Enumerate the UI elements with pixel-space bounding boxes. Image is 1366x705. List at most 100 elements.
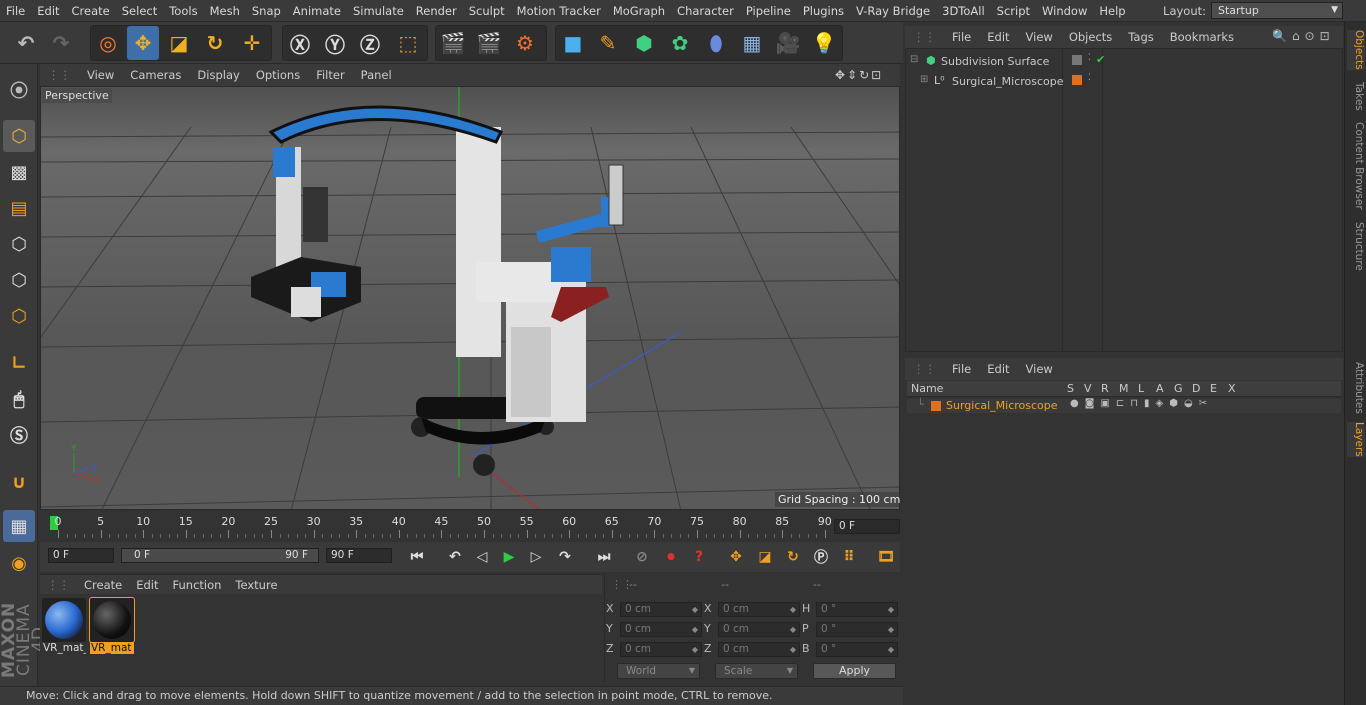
redo-icon[interactable]: ↷ [45, 26, 77, 60]
surgical-microscope-model[interactable] [251, 105, 624, 476]
layer-column-v[interactable]: V [1084, 382, 1092, 395]
menu-item-mesh[interactable]: Mesh [204, 4, 246, 18]
make-editable-icon[interactable]: ⦿ [3, 74, 35, 106]
perspective-viewport[interactable]: Y Z X [40, 86, 900, 510]
material-menu-function[interactable]: Function [166, 578, 229, 592]
planar-workplane-icon[interactable]: ◉ [3, 547, 35, 579]
play-icon[interactable]: ▶ [496, 546, 522, 568]
start-frame-field[interactable]: 0 F [48, 548, 114, 563]
menu-item-edit[interactable]: Edit [31, 4, 65, 18]
layer-column-s[interactable]: S [1067, 382, 1074, 395]
light-icon[interactable]: 💡 [808, 26, 840, 60]
timeline-ruler[interactable]: 0 5 10 15 20 25 30 35 40 45 50 55 60 65 70 75 80 85 90 [40, 512, 900, 542]
apply-button[interactable]: Apply [813, 663, 896, 679]
side-tab-content-browser[interactable]: Content Browser [1347, 122, 1365, 210]
menu-item-render[interactable]: Render [410, 4, 463, 18]
viewport-menu-panel[interactable]: Panel [353, 68, 400, 82]
coord-s-field[interactable]: 0 cm ◆ [718, 642, 800, 657]
lm-menu-edit[interactable]: Edit [979, 362, 1017, 376]
visibility-dots-icon[interactable]: ⁚ [1088, 53, 1091, 63]
coord-s-field[interactable]: 0 cm ◆ [718, 602, 800, 617]
edges-mode-icon[interactable]: ⬡ [3, 264, 35, 296]
go-to-start-icon[interactable]: ⏮ [404, 546, 430, 568]
menu-item-animate[interactable]: Animate [287, 4, 347, 18]
spinner-icon[interactable]: ◆ [888, 603, 894, 616]
om-menu-tags[interactable]: Tags [1120, 30, 1161, 44]
menu-item-window[interactable]: Window [1036, 4, 1093, 18]
menu-item-file[interactable]: File [0, 4, 31, 18]
material-swatch[interactable]: VR_mat [89, 597, 135, 656]
pen-spline-icon[interactable]: ✎ [592, 26, 624, 60]
polygons-mode-icon[interactable]: ⬡ [3, 300, 35, 332]
model-mode-icon[interactable]: ⬡ [3, 120, 35, 152]
menu-item-simulate[interactable]: Simulate [347, 4, 410, 18]
next-frame-icon[interactable]: ▷ [523, 546, 549, 568]
layer-column-x[interactable]: X [1228, 382, 1236, 395]
spinner-icon[interactable]: ◆ [692, 623, 698, 636]
menu-item-motion-tracker[interactable]: Motion Tracker [511, 4, 607, 18]
snapping-icon[interactable]: ∪ [3, 466, 35, 498]
menu-item-pipeline[interactable]: Pipeline [740, 4, 797, 18]
menu-item-create[interactable]: Create [66, 4, 116, 18]
material-menu-texture[interactable]: Texture [228, 578, 284, 592]
side-tab-structure[interactable]: Structure [1347, 222, 1365, 271]
record-active-icon[interactable]: ⊘ [629, 546, 655, 568]
menu-item-mograph[interactable]: MoGraph [607, 4, 671, 18]
rotate-tool-icon[interactable]: ↻ [199, 26, 231, 60]
menu-item-character[interactable]: Character [671, 4, 740, 18]
om-menu-bookmarks[interactable]: Bookmarks [1162, 30, 1242, 44]
scheme-icon[interactable]: 🎞 [873, 546, 899, 568]
scale-tool-icon[interactable]: ◪ [163, 26, 195, 60]
spinner-icon[interactable]: ◆ [692, 643, 698, 656]
om-menu-file[interactable]: File [944, 30, 979, 44]
workplane-mode-icon[interactable]: ▤ [3, 192, 35, 224]
autokey-icon[interactable]: ⏺ [658, 546, 684, 568]
layer-column-e[interactable]: E [1210, 382, 1217, 395]
object-row[interactable]: ⊟ ⬢ Subdivision Surface ⁚ ✔ [910, 53, 1340, 70]
layer-column-d[interactable]: D [1192, 382, 1200, 395]
spinner-icon[interactable]: ◆ [888, 623, 894, 636]
texture-mode-icon[interactable]: ▩ [3, 156, 35, 188]
om-menu-view[interactable]: View [1018, 30, 1061, 44]
points-mode-icon[interactable]: ⬡ [3, 228, 35, 260]
frame-range-slider[interactable]: 0 F 90 F [121, 548, 319, 563]
coord-r-field[interactable]: 0 ° ◆ [816, 622, 898, 637]
coord-p-field[interactable]: 0 cm ◆ [620, 642, 702, 657]
om-menu-objects[interactable]: Objects [1061, 30, 1120, 44]
menu-item-plugins[interactable]: Plugins [797, 4, 850, 18]
layer-flag-icons[interactable]: ●◙▣⊏⊓▮◈⬢◒✂ [1070, 398, 1213, 409]
coordinate-system-icon[interactable]: ⬚ [392, 26, 424, 60]
menu-item-script[interactable]: Script [991, 4, 1036, 18]
side-tab-objects[interactable]: Objects [1347, 30, 1365, 70]
viewport-nav-icons[interactable]: ✥⇕↻⊡ [835, 68, 883, 82]
subdivision-surface-icon[interactable]: ⬢ [628, 26, 660, 60]
om-menu-edit[interactable]: Edit [979, 30, 1017, 44]
z-axis-lock-icon[interactable]: Ⓩ [354, 26, 386, 60]
menu-item-select[interactable]: Select [116, 4, 163, 18]
coordinate-type-dropdown[interactable]: Scale ▼ [715, 663, 798, 679]
material-menu-edit[interactable]: Edit [129, 578, 165, 592]
coordinate-mode-dropdown[interactable]: World ▼ [617, 663, 700, 679]
previous-key-icon[interactable]: ↶ [442, 546, 468, 568]
deformer-icon[interactable]: ⬮ [700, 26, 732, 60]
layer-column-m[interactable]: M [1119, 382, 1129, 395]
coord-r-field[interactable]: 0 ° ◆ [816, 642, 898, 657]
viewport-menu-display[interactable]: Display [189, 68, 247, 82]
next-key-icon[interactable]: ↷ [552, 546, 578, 568]
record-point-level-icon[interactable]: ⠿ [836, 546, 862, 568]
spinner-icon[interactable]: ◆ [790, 623, 796, 636]
coord-p-field[interactable]: 0 cm ◆ [620, 622, 702, 637]
spinner-icon[interactable]: ◆ [790, 643, 796, 656]
menu-item-sculpt[interactable]: Sculpt [463, 4, 511, 18]
cloner-icon[interactable]: ✿ [664, 26, 696, 60]
menu-item-help[interactable]: Help [1093, 4, 1131, 18]
solo-mode-icon[interactable]: Ⓢ [3, 419, 35, 451]
side-tab-takes[interactable]: Takes [1347, 82, 1365, 111]
layout-select[interactable]: Startup ▼ [1211, 2, 1343, 19]
live-selection-icon[interactable]: ◎ [92, 26, 124, 60]
menu-item-v-ray-bridge[interactable]: V-Ray Bridge [850, 4, 936, 18]
material-swatch[interactable]: VR_mat_ [42, 598, 86, 656]
layer-column-r[interactable]: R [1101, 382, 1109, 395]
layer-color-swatch[interactable] [931, 401, 941, 411]
current-frame-field[interactable]: 0 F [834, 519, 900, 534]
